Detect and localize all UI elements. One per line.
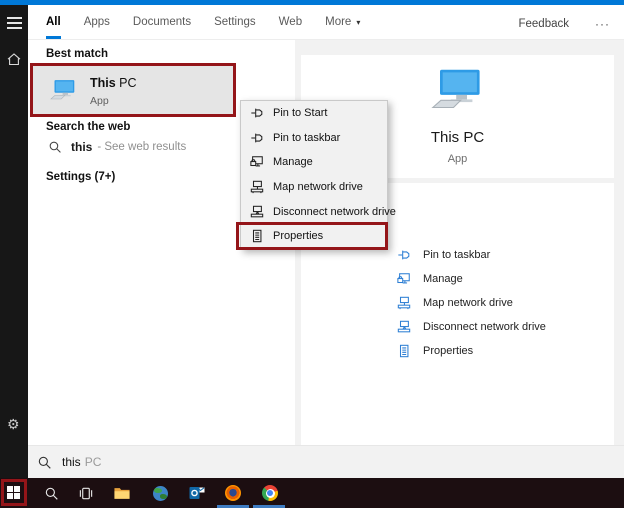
search-left-rail: ⚙: [0, 5, 28, 478]
best-match-title-bold: This: [90, 75, 116, 90]
settings-group-header: Settings (7+): [46, 171, 116, 183]
taskbar: [0, 478, 624, 508]
search-suggestion-text: PC: [84, 455, 102, 469]
firefox-icon[interactable]: [225, 485, 241, 501]
menu-item-label: Map network drive: [273, 181, 363, 194]
preview-action-properties[interactable]: Properties: [397, 339, 546, 363]
preview-action-manage[interactable]: Manage: [397, 267, 546, 291]
best-match-title-rest: PC: [115, 75, 137, 90]
menu-item-label: Pin to taskbar: [273, 131, 341, 144]
tab-all[interactable]: All: [46, 5, 61, 39]
chrome-icon[interactable]: [262, 485, 278, 501]
this-pc-context-menu: Pin to Start Pin to taskbar Manage Map n…: [240, 100, 396, 250]
search-filter-tabs: All Apps Documents Settings Web More ▾ F…: [28, 5, 624, 40]
preview-action-label: Pin to taskbar: [423, 249, 491, 261]
preview-action-list: Pin to taskbar Manage Map network drive …: [397, 243, 546, 363]
tab-documents[interactable]: Documents: [133, 5, 191, 39]
feedback-button[interactable]: Feedback: [518, 5, 569, 39]
menu-item-disconnect-network-drive[interactable]: Disconnect network drive: [241, 199, 396, 224]
task-view-icon[interactable]: [78, 485, 94, 501]
pin-icon: [250, 106, 264, 120]
map-network-drive-icon: [397, 296, 411, 310]
pin-icon: [250, 131, 264, 145]
tab-more-label: More: [325, 16, 352, 28]
properties-icon: [250, 229, 264, 243]
preview-action-label: Map network drive: [423, 297, 513, 309]
preview-action-map-network-drive[interactable]: Map network drive: [397, 291, 546, 315]
menu-item-label: Disconnect network drive: [273, 205, 396, 218]
gear-icon[interactable]: ⚙: [7, 417, 20, 431]
annotation-box-start-button: [1, 479, 27, 506]
globe-icon[interactable]: [152, 485, 168, 501]
overflow-menu-button[interactable]: ···: [595, 5, 610, 39]
preview-action-label: Disconnect network drive: [423, 321, 546, 333]
menu-item-map-network-drive[interactable]: Map network drive: [241, 175, 387, 200]
menu-item-properties[interactable]: Properties: [241, 224, 387, 249]
annotation-box-best-match: This PC App: [30, 63, 236, 117]
menu-item-label: Pin to Start: [273, 107, 328, 120]
preview-action-label: Properties: [423, 345, 474, 357]
web-search-result[interactable]: this - See web results: [48, 140, 186, 154]
outlook-icon[interactable]: [189, 485, 205, 501]
taskbar-search-input[interactable]: this PC: [28, 445, 624, 478]
tab-settings[interactable]: Settings: [214, 5, 256, 39]
search-icon: [37, 455, 52, 470]
search-typed-text: this: [62, 455, 81, 469]
file-explorer-icon[interactable]: [114, 485, 130, 501]
tab-web[interactable]: Web: [279, 5, 302, 39]
manage-icon: [250, 155, 264, 169]
home-icon[interactable]: [6, 51, 22, 67]
preview-action-pin-to-taskbar[interactable]: Pin to taskbar: [397, 243, 546, 267]
map-network-drive-icon: [250, 180, 264, 194]
best-match-result-this-pc[interactable]: This PC App: [33, 66, 233, 114]
menu-item-pin-to-start[interactable]: Pin to Start: [241, 101, 387, 126]
tab-apps[interactable]: Apps: [84, 5, 110, 39]
best-match-header: Best match: [46, 48, 108, 60]
chevron-down-icon: ▾: [356, 17, 361, 27]
disconnect-network-drive-icon: [397, 320, 411, 334]
best-match-subtitle: App: [90, 94, 109, 107]
menu-item-label: Manage: [273, 156, 313, 169]
windows-search-flyout: ⚙ All Apps Documents Settings Web More ▾…: [0, 0, 624, 508]
manage-icon: [397, 272, 411, 286]
pin-icon: [397, 248, 411, 262]
best-match-title: This PC: [90, 76, 137, 90]
disconnect-network-drive-icon: [250, 205, 264, 219]
best-match-text: This PC App: [90, 74, 137, 107]
hamburger-menu-icon[interactable]: [7, 17, 22, 32]
properties-icon: [397, 344, 411, 358]
preview-action-label: Manage: [423, 273, 463, 285]
this-pc-large-icon: [431, 67, 485, 112]
web-results-hint: - See web results: [97, 141, 187, 153]
menu-item-label: Properties: [273, 230, 324, 243]
search-icon: [48, 140, 62, 154]
tab-more[interactable]: More ▾: [325, 5, 360, 39]
taskbar-search-icon[interactable]: [43, 485, 59, 501]
search-the-web-header: Search the web: [46, 121, 131, 133]
preview-action-disconnect-network-drive[interactable]: Disconnect network drive: [397, 315, 546, 339]
web-query-text: this: [71, 140, 93, 154]
this-pc-icon: [50, 79, 77, 101]
menu-item-manage[interactable]: Manage: [241, 150, 387, 175]
menu-item-pin-to-taskbar[interactable]: Pin to taskbar: [241, 126, 387, 151]
